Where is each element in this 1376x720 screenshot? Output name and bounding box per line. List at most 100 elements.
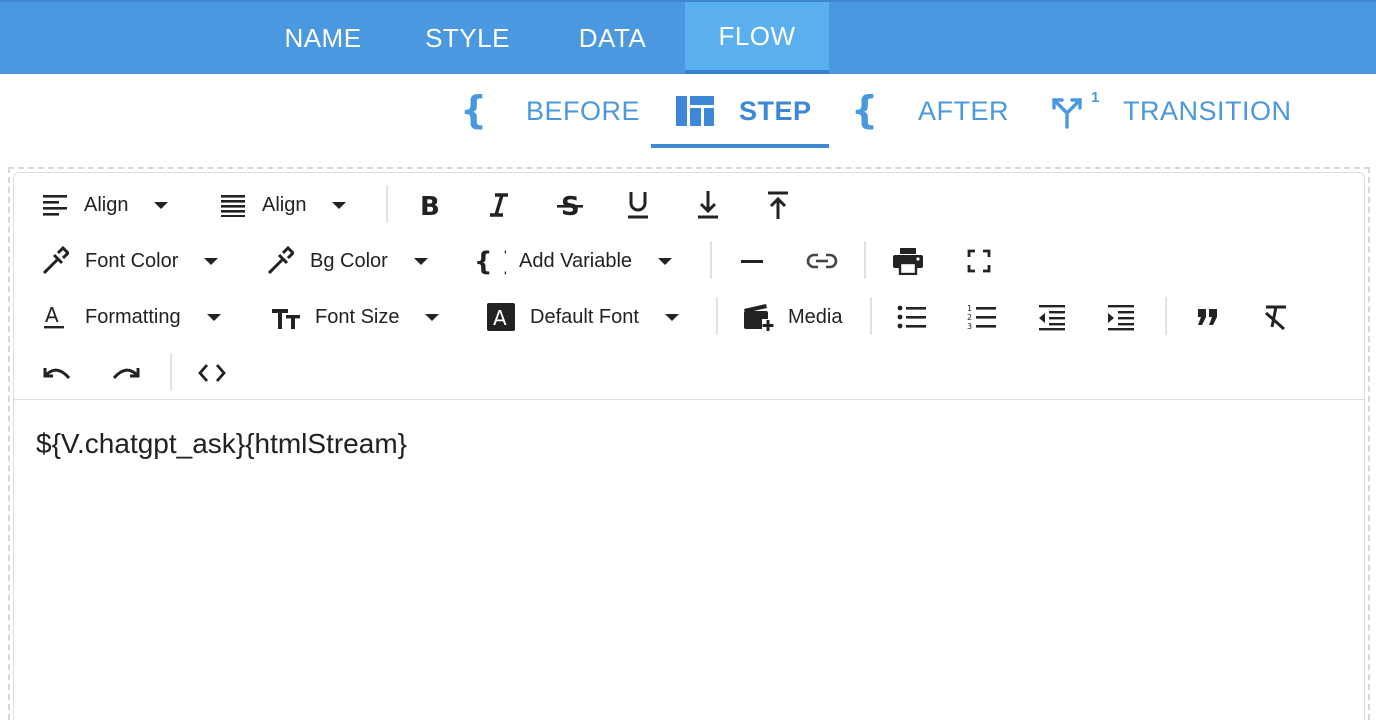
caret-down-icon bbox=[658, 257, 673, 265]
undo-button[interactable] bbox=[41, 353, 73, 393]
font-size-dropdown[interactable]: Font Size bbox=[271, 297, 440, 337]
caret-down-icon bbox=[425, 313, 440, 321]
tab-data[interactable]: DATA bbox=[540, 2, 685, 74]
align-dropdown-2[interactable]: Align bbox=[219, 185, 347, 225]
italic-icon bbox=[486, 190, 512, 220]
top-tab-bar: NAME STYLE DATA FLOW bbox=[0, 0, 1376, 74]
add-variable-label: Add Variable bbox=[519, 249, 633, 272]
outdent-icon bbox=[1037, 303, 1067, 331]
svg-text:2: 2 bbox=[967, 313, 972, 322]
underline-button[interactable] bbox=[625, 185, 651, 225]
font-family-dropdown[interactable]: A Default Font bbox=[486, 297, 679, 337]
tab-after-label: AFTER bbox=[918, 95, 1010, 126]
fullscreen-icon bbox=[967, 249, 991, 273]
subscript-button[interactable] bbox=[695, 185, 721, 225]
arrow-down-icon bbox=[695, 189, 721, 221]
numbered-list-button[interactable]: 123 bbox=[967, 297, 997, 337]
indent-icon bbox=[1106, 303, 1136, 331]
tab-before[interactable]: { } BEFORE bbox=[460, 74, 640, 148]
svg-text:1: 1 bbox=[967, 304, 972, 313]
toolbar-divider bbox=[170, 353, 172, 391]
font-color-dropdown[interactable]: Font Color bbox=[41, 241, 219, 281]
tab-flow[interactable]: FLOW bbox=[685, 2, 829, 74]
strikethrough-button[interactable]: S bbox=[556, 185, 584, 225]
align-label: Align bbox=[84, 193, 129, 216]
layout-icon bbox=[676, 96, 714, 126]
rich-text-editor: Align Align B S Font Color Bg Color {Ad… bbox=[8, 167, 1370, 720]
eyedropper-icon bbox=[266, 246, 294, 276]
redo-icon bbox=[110, 361, 142, 385]
tab-after[interactable]: { } AFTER bbox=[851, 74, 1009, 148]
tab-style[interactable]: STYLE bbox=[395, 2, 540, 74]
link-button[interactable] bbox=[806, 241, 838, 281]
clear-format-button[interactable] bbox=[1262, 297, 1290, 337]
svg-text:3: 3 bbox=[967, 322, 972, 331]
print-button[interactable] bbox=[892, 241, 924, 281]
tab-name[interactable]: NAME bbox=[251, 2, 395, 74]
blockquote-button[interactable] bbox=[1196, 297, 1220, 337]
horizontal-rule-button[interactable] bbox=[740, 241, 764, 281]
font-size-label: Font Size bbox=[315, 305, 400, 328]
toolbar-divider bbox=[870, 297, 872, 335]
toolbar-divider bbox=[1165, 297, 1167, 335]
top-tabs: NAME STYLE DATA FLOW bbox=[251, 2, 829, 74]
bold-button[interactable]: B bbox=[416, 185, 442, 225]
indent-button[interactable] bbox=[1106, 297, 1136, 337]
braces-icon: { } bbox=[851, 91, 895, 131]
strikethrough-icon: S bbox=[556, 190, 584, 220]
transition-count-badge: 1 bbox=[1091, 89, 1100, 106]
code-icon bbox=[197, 361, 227, 385]
media-button[interactable]: Media bbox=[742, 297, 842, 337]
editor-content[interactable]: ${V.chatgpt_ask}{htmlStream} bbox=[36, 428, 407, 460]
tab-before-label: BEFORE bbox=[526, 95, 641, 126]
formatting-dropdown[interactable]: A Formatting bbox=[41, 297, 221, 337]
bg-color-label: Bg Color bbox=[310, 249, 388, 272]
braces-icon: { } bbox=[474, 246, 506, 276]
outdent-button[interactable] bbox=[1037, 297, 1067, 337]
redo-button[interactable] bbox=[110, 353, 142, 393]
toolbar-divider bbox=[716, 297, 718, 335]
fullscreen-button[interactable] bbox=[967, 241, 991, 281]
fork-icon bbox=[1049, 93, 1085, 129]
clear-format-icon bbox=[1262, 303, 1290, 331]
tab-transition[interactable]: 1 TRANSITION bbox=[1049, 74, 1292, 148]
formatting-label: Formatting bbox=[85, 305, 181, 328]
printer-icon bbox=[892, 247, 924, 275]
bold-icon: B bbox=[416, 190, 442, 220]
active-tab-indicator bbox=[651, 144, 829, 148]
media-label: Media bbox=[788, 305, 843, 328]
caret-down-icon bbox=[664, 313, 679, 321]
align-label: Align bbox=[262, 193, 307, 216]
bullet-list-icon bbox=[897, 304, 927, 330]
svg-text:{ }: { } bbox=[460, 91, 504, 131]
font-family-label: Default Font bbox=[530, 305, 639, 328]
link-icon bbox=[806, 249, 838, 273]
toolbar-divider bbox=[386, 185, 388, 223]
toolbar-divider bbox=[14, 399, 1364, 400]
bullet-list-button[interactable] bbox=[897, 297, 927, 337]
italic-button[interactable] bbox=[486, 185, 512, 225]
bg-color-dropdown[interactable]: Bg Color bbox=[266, 241, 428, 281]
svg-text:B: B bbox=[420, 192, 440, 220]
underline-icon bbox=[625, 189, 651, 221]
text-format-icon: A bbox=[41, 302, 69, 332]
media-icon bbox=[742, 301, 776, 333]
superscript-button[interactable] bbox=[765, 185, 791, 225]
source-code-button[interactable] bbox=[197, 353, 227, 393]
caret-down-icon bbox=[206, 313, 221, 321]
caret-down-icon bbox=[204, 257, 219, 265]
braces-icon: { } bbox=[460, 91, 504, 131]
svg-text:A: A bbox=[493, 306, 507, 330]
tab-step[interactable]: STEP bbox=[676, 74, 812, 148]
caret-down-icon bbox=[413, 257, 428, 265]
tab-step-label: STEP bbox=[739, 95, 812, 126]
numbered-list-icon: 123 bbox=[967, 303, 997, 331]
svg-text:{ }: { } bbox=[851, 91, 895, 131]
eyedropper-icon bbox=[41, 246, 69, 276]
svg-text:A: A bbox=[45, 303, 59, 327]
add-variable-dropdown[interactable]: { } Add Variable bbox=[474, 241, 673, 281]
undo-icon bbox=[41, 361, 73, 385]
align-dropdown-1[interactable]: Align bbox=[41, 185, 169, 225]
font-color-label: Font Color bbox=[85, 249, 179, 272]
quote-icon bbox=[1196, 307, 1220, 327]
